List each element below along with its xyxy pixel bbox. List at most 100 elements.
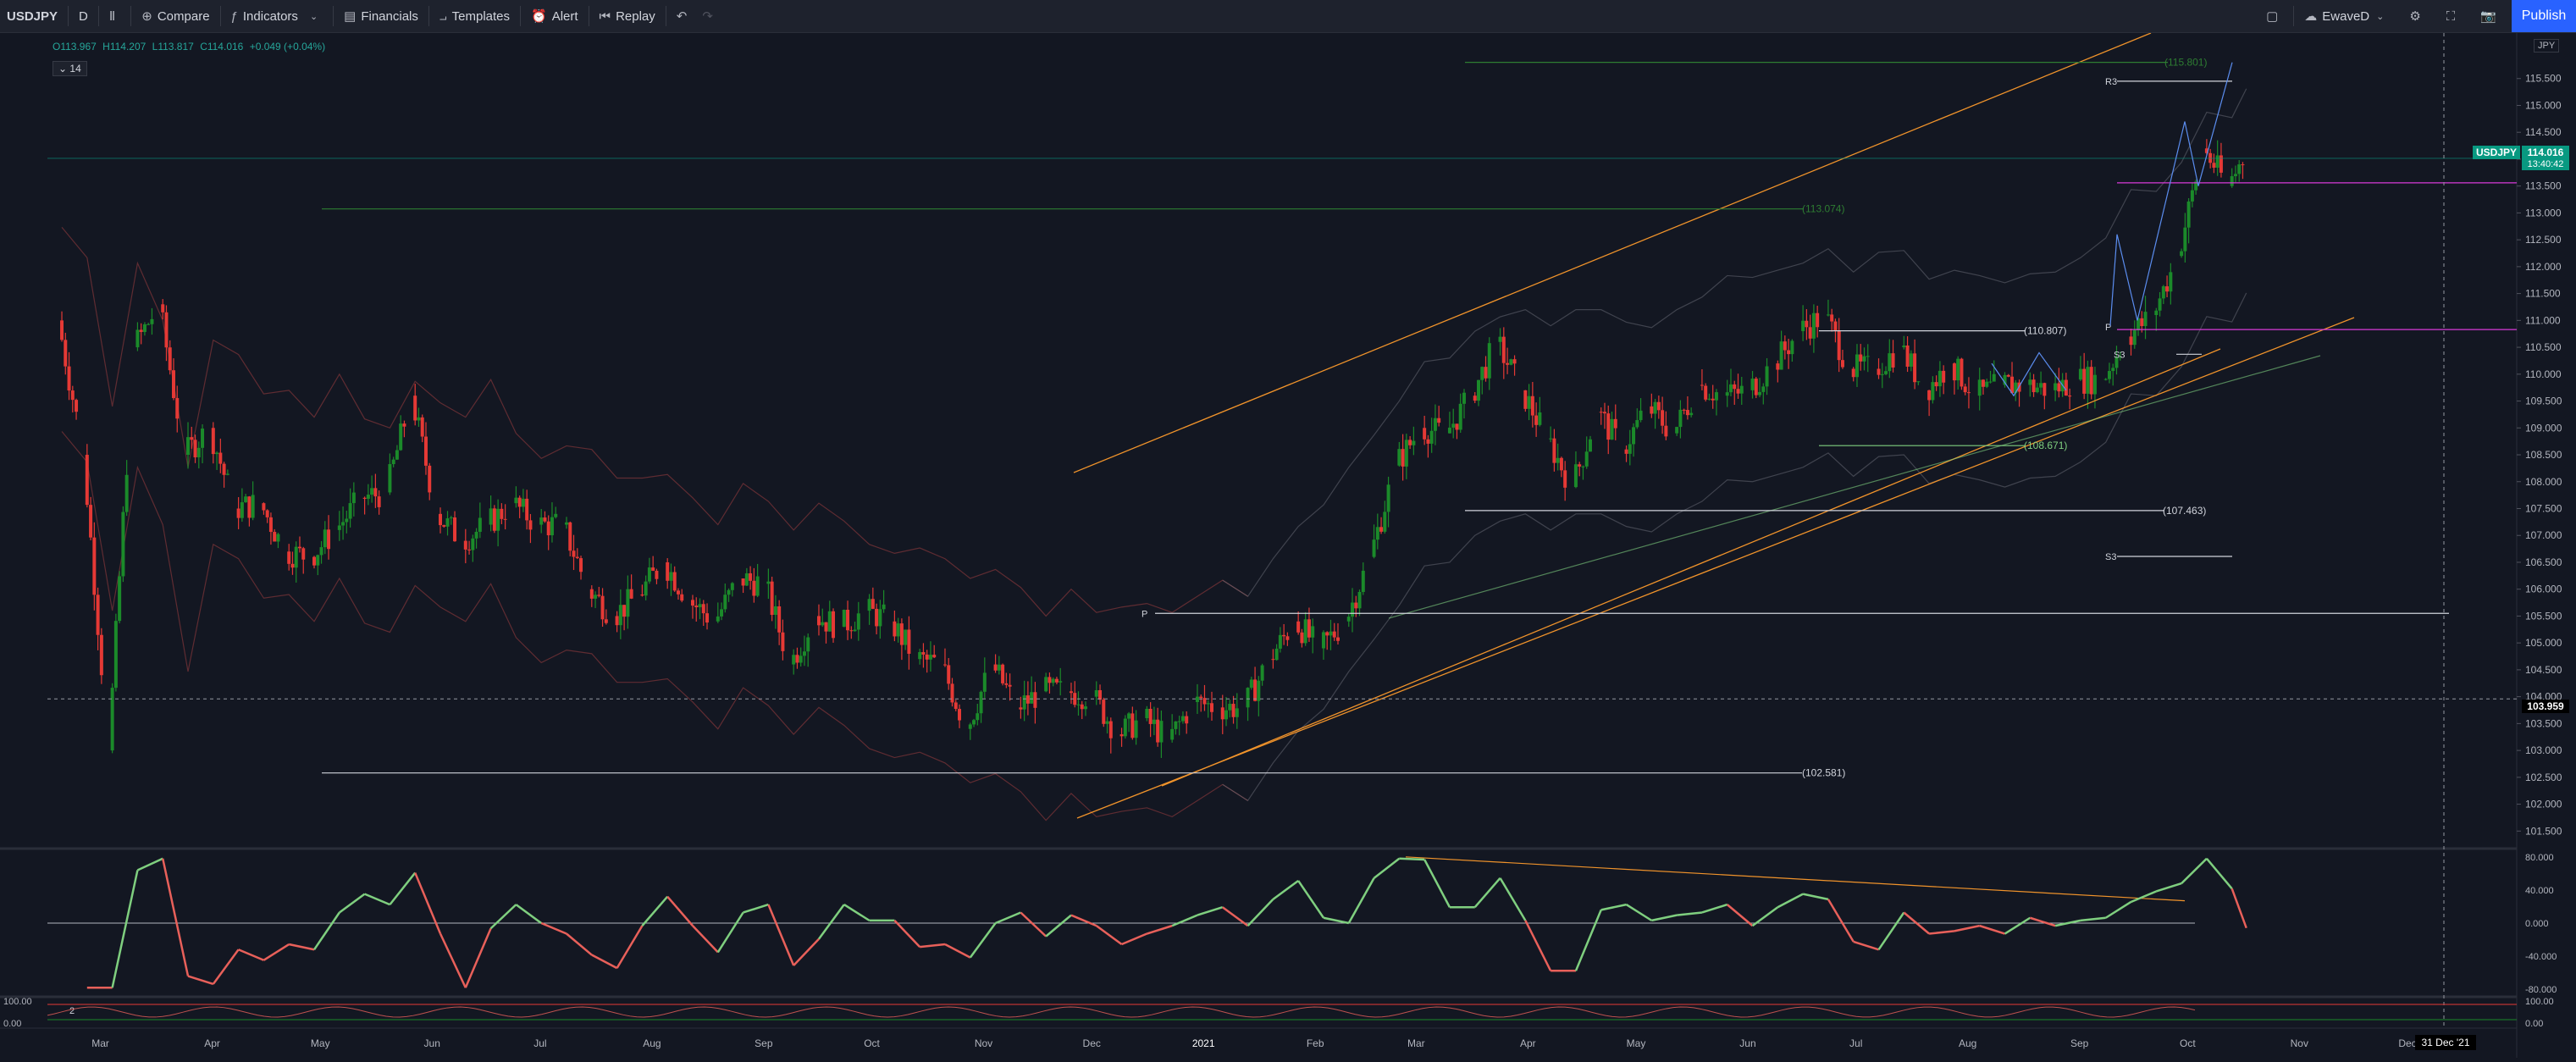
candle-body: [622, 605, 627, 617]
price-tick-label: 111.500: [2525, 288, 2561, 300]
pivot-s3-label: S3: [2114, 350, 2125, 360]
candle-body: [878, 609, 882, 627]
bar-style-button[interactable]: Ⅱ: [99, 0, 130, 32]
candle-body: [701, 604, 705, 614]
time-axis-label: Apr: [1520, 1037, 1536, 1049]
candle-body: [2140, 318, 2144, 327]
candle-body: [439, 513, 443, 526]
financials-button[interactable]: ▤ Financials: [334, 0, 428, 32]
publish-button[interactable]: Publish: [2512, 0, 2576, 32]
price-tick-label: 108.000: [2525, 476, 2562, 488]
candle-body: [629, 589, 633, 599]
indicators-button[interactable]: ƒ Indicators ⌄: [221, 0, 334, 32]
osc-line-segment: [1399, 857, 1425, 861]
undo-button[interactable]: ↶: [666, 0, 703, 32]
candle-body: [2129, 336, 2133, 346]
interval-button[interactable]: D: [69, 0, 98, 32]
candle-body: [294, 546, 298, 568]
candle-body: [1156, 719, 1160, 743]
candle-body: [539, 517, 544, 525]
candle-body: [240, 502, 244, 518]
price-tick-label: 109.000: [2525, 422, 2562, 434]
chart-area[interactable]: 115.500115.000114.500114.000113.500113.0…: [0, 32, 2576, 1058]
candle-body: [316, 555, 320, 566]
time-axis-label: Mar: [91, 1037, 109, 1049]
candle-body: [568, 522, 572, 551]
candle-body: [1584, 451, 1589, 467]
candle-body: [1451, 423, 1456, 428]
fullscreen-button[interactable]: ⛶: [2436, 0, 2471, 32]
candle-body: [1412, 440, 1416, 445]
candle-body: [1307, 619, 1311, 638]
candle-body: [773, 606, 777, 616]
candle-body: [615, 616, 619, 626]
time-axis-label: Aug: [643, 1037, 661, 1049]
chevron-down-icon[interactable]: ⌄: [310, 11, 318, 22]
candle-body: [70, 390, 75, 401]
candle-body: [1909, 353, 1913, 367]
bar-countdown-label: 13:40:42: [2522, 158, 2569, 170]
candle-body: [135, 329, 140, 348]
candle-body: [1404, 440, 1408, 467]
compare-button[interactable]: ⊕ Compare: [131, 0, 219, 32]
price-tick-label: 106.000: [2525, 584, 2562, 595]
candle-body: [2078, 368, 2082, 380]
indicator-length-badge[interactable]: ⌄ 14: [53, 61, 87, 76]
templates-label: Templates: [451, 8, 511, 24]
redo-button[interactable]: ↷: [702, 0, 728, 32]
candle-body: [1685, 410, 1689, 416]
time-axis-label: Jun: [1739, 1037, 1755, 1049]
time-axis-label: Jun: [424, 1037, 440, 1049]
candle-body: [218, 452, 223, 464]
candle-body: [1030, 692, 1034, 704]
candle-body: [1462, 392, 1466, 404]
candle-body: [323, 529, 327, 548]
candle-body: [705, 613, 710, 623]
candle-body: [175, 398, 180, 419]
candle-body: [1534, 415, 1539, 425]
candle-body: [265, 510, 269, 517]
templates-button[interactable]: ⨼ Templates: [429, 0, 520, 32]
user-menu[interactable]: ☁ EwaveD ⌄: [2294, 0, 2399, 32]
candle-body: [1260, 665, 1264, 681]
candle-body: [1098, 689, 1103, 700]
candle-body: [351, 492, 356, 504]
candle-body: [442, 525, 446, 527]
candle-body: [1578, 464, 1582, 467]
candle-body: [882, 604, 886, 610]
candle-body: [161, 304, 165, 313]
candle-body: [1563, 470, 1567, 488]
settings-gear-icon: ⚙: [2409, 9, 2421, 24]
top-toolbar: USDJPY D Ⅱ ⊕ Compare ƒ Indicators ⌄ ▤ Financ…: [0, 0, 2576, 33]
candle-body: [1274, 648, 1279, 661]
plus-circle-icon: ⊕: [141, 9, 152, 24]
candle-body: [113, 621, 118, 689]
candle-body: [2035, 387, 2039, 393]
candle-body: [1711, 398, 1715, 401]
candle-body: [1966, 392, 1971, 394]
symbol-search[interactable]: USDJPY: [0, 0, 68, 32]
snapshot-button[interactable]: 📷: [2470, 0, 2512, 32]
currency-selector[interactable]: JPY: [2534, 39, 2560, 53]
candle-body: [1033, 692, 1037, 708]
candle-body: [720, 609, 724, 617]
candle-body: [1653, 401, 1657, 414]
candle-body: [1905, 345, 1910, 367]
chart-svg[interactable]: 115.500115.000114.500114.000113.500113.0…: [0, 32, 2576, 1058]
layout-button[interactable]: ▢: [2256, 0, 2293, 32]
settings-button[interactable]: ⚙: [2399, 0, 2435, 32]
alert-button[interactable]: ⏰ Alert: [521, 0, 589, 32]
time-axis-label: Sep: [755, 1037, 773, 1049]
candle-body: [1891, 353, 1895, 368]
candle-body: [806, 637, 810, 652]
candle-body: [1927, 390, 1932, 401]
candle-body: [399, 423, 403, 451]
candle-body: [1916, 381, 1921, 383]
candle-body: [781, 632, 785, 651]
candle-body: [124, 474, 129, 512]
replay-button[interactable]: ⏮ Replay: [589, 0, 666, 32]
replay-label: Replay: [616, 8, 655, 24]
candle-body: [1678, 409, 1683, 428]
candle-body: [972, 720, 976, 725]
candle-body: [1610, 418, 1614, 440]
